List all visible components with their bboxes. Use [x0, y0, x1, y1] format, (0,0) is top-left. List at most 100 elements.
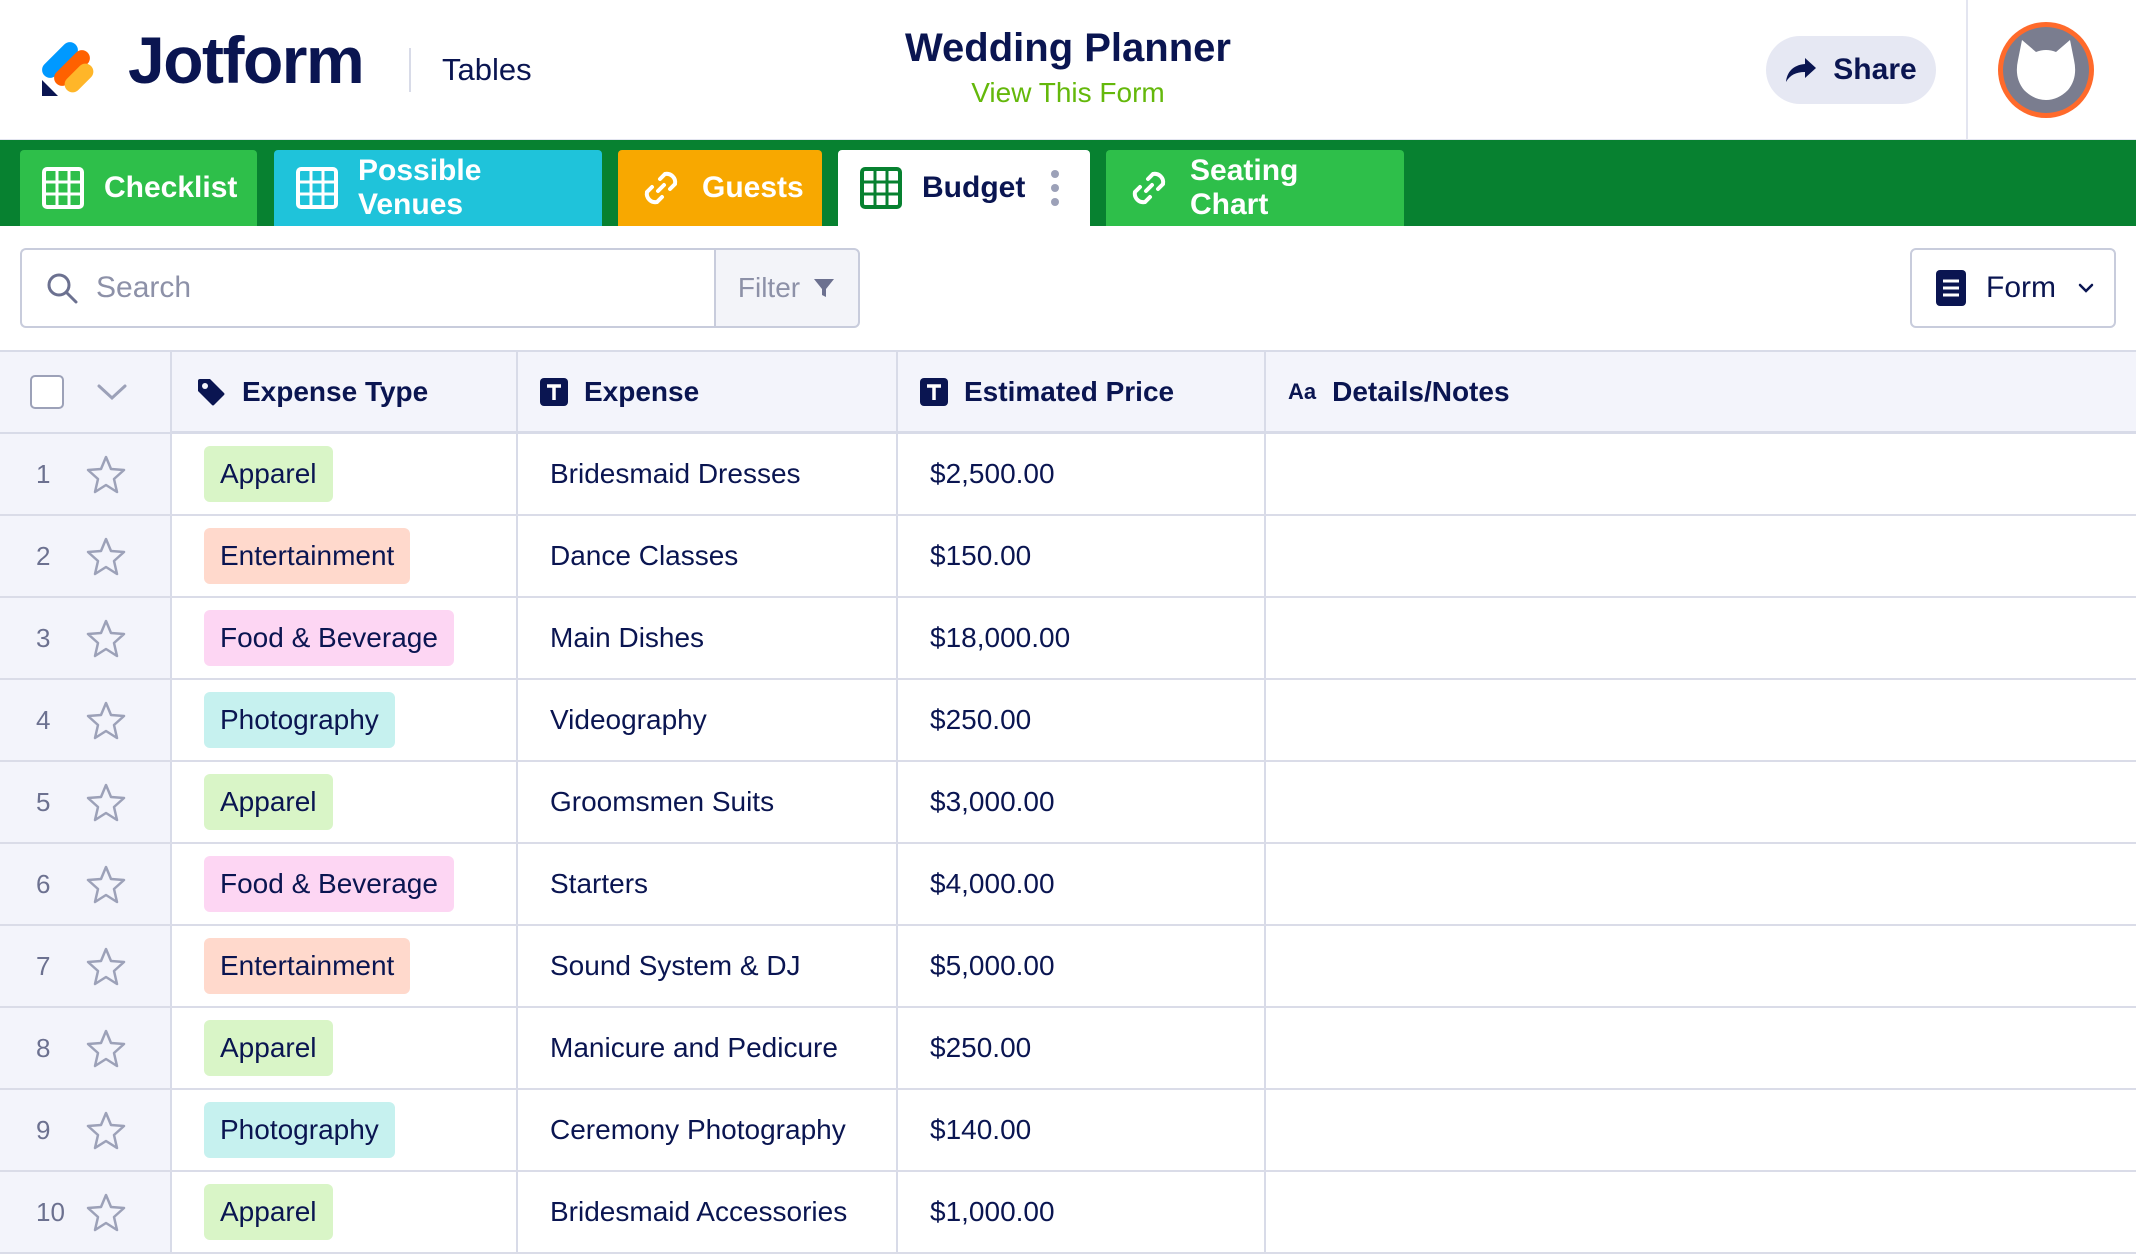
chevron-down-icon[interactable]	[96, 382, 128, 402]
star-icon[interactable]	[86, 864, 126, 904]
expense-type-cell[interactable]: Photography	[172, 1090, 518, 1170]
table-row[interactable]: 5 Apparel Groomsmen Suits $3,000.00	[0, 762, 2136, 844]
expense-cell[interactable]: Ceremony Photography	[518, 1090, 898, 1170]
app-name[interactable]: Tables	[442, 52, 532, 88]
details-notes-cell[interactable]	[1266, 1172, 2136, 1252]
details-notes-cell[interactable]	[1266, 516, 2136, 596]
form-view-button[interactable]: Form	[1910, 248, 2116, 328]
expense-cell[interactable]: Main Dishes	[518, 598, 898, 678]
expense-type-cell[interactable]: Entertainment	[172, 516, 518, 596]
table-row[interactable]: 3 Food & Beverage Main Dishes $18,000.00	[0, 598, 2136, 680]
long-text-icon: Aa	[1288, 379, 1317, 404]
table-row[interactable]: 4 Photography Videography $250.00	[0, 680, 2136, 762]
select-all-checkbox[interactable]	[30, 375, 64, 409]
details-notes-cell[interactable]	[1266, 844, 2136, 924]
table-row[interactable]: 8 Apparel Manicure and Pedicure $250.00	[0, 1008, 2136, 1090]
share-button[interactable]: Share	[1766, 36, 1936, 104]
estimated-price-cell[interactable]: $1,000.00	[898, 1172, 1266, 1252]
column-header-expense-type[interactable]: Expense Type	[172, 352, 518, 432]
expense-type-cell[interactable]: Apparel	[172, 762, 518, 842]
estimated-price-cell[interactable]: $4,000.00	[898, 844, 1266, 924]
star-icon[interactable]	[86, 618, 126, 658]
price-text: $150.00	[930, 540, 1032, 571]
expense-cell[interactable]: Bridesmaid Dresses	[518, 434, 898, 514]
tab-options-icon[interactable]	[1051, 170, 1060, 206]
expense-text: Videography	[550, 704, 707, 735]
details-notes-cell[interactable]	[1266, 1008, 2136, 1088]
tab-checklist[interactable]: Checklist	[20, 150, 257, 226]
expense-type-cell[interactable]: Apparel	[172, 1172, 518, 1252]
jotform-logo-icon[interactable]	[36, 30, 106, 100]
tab-label: Possible Venues	[358, 154, 482, 221]
expense-type-tag: Entertainment	[204, 528, 411, 584]
brand-name[interactable]: Jotform	[128, 22, 365, 98]
star-icon[interactable]	[86, 1110, 126, 1150]
star-icon[interactable]	[86, 700, 126, 740]
star-icon[interactable]	[86, 1192, 126, 1232]
details-notes-cell[interactable]	[1266, 926, 2136, 1006]
expense-cell[interactable]: Starters	[518, 844, 898, 924]
table-row[interactable]: 9 Photography Ceremony Photography $140.00	[0, 1090, 2136, 1172]
row-number: 6	[36, 868, 51, 899]
estimated-price-cell[interactable]: $2,500.00	[898, 434, 1266, 514]
column-label: Details/Notes	[1332, 376, 1510, 407]
star-icon[interactable]	[86, 454, 126, 494]
estimated-price-cell[interactable]: $250.00	[898, 1008, 1266, 1088]
expense-cell[interactable]: Manicure and Pedicure	[518, 1008, 898, 1088]
estimated-price-cell[interactable]: $140.00	[898, 1090, 1266, 1170]
estimated-price-cell[interactable]: $5,000.00	[898, 926, 1266, 1006]
details-notes-cell[interactable]	[1266, 434, 2136, 514]
search-input[interactable]	[96, 271, 656, 305]
expense-text: Sound System & DJ	[550, 950, 801, 981]
details-notes-cell[interactable]	[1266, 680, 2136, 760]
expense-type-cell[interactable]: Photography	[172, 680, 518, 760]
expense-type-cell[interactable]: Apparel	[172, 1008, 518, 1088]
details-notes-cell[interactable]	[1266, 1090, 2136, 1170]
table-grid-icon	[296, 167, 338, 209]
star-icon[interactable]	[86, 1028, 126, 1068]
table-row[interactable]: 10 Apparel Bridesmaid Accessories $1,000.00	[0, 1172, 2136, 1254]
estimated-price-cell[interactable]: $18,000.00	[898, 598, 1266, 678]
tab-budget[interactable]: Budget	[838, 150, 1090, 226]
table-row[interactable]: 1 Apparel Bridesmaid Dresses $2,500.00	[0, 434, 2136, 516]
tab-seating-chart[interactable]: Seating Chart	[1106, 150, 1404, 226]
table-row[interactable]: 7 Entertainment Sound System & DJ $5,000.00	[0, 926, 2136, 1008]
table-row[interactable]: 6 Food & Beverage Starters $4,000.00	[0, 844, 2136, 926]
avatar[interactable]	[1998, 22, 2094, 118]
expense-cell[interactable]: Dance Classes	[518, 516, 898, 596]
expense-cell[interactable]: Sound System & DJ	[518, 926, 898, 1006]
estimated-price-cell[interactable]: $3,000.00	[898, 762, 1266, 842]
expense-cell[interactable]: Bridesmaid Accessories	[518, 1172, 898, 1252]
expense-cell[interactable]: Groomsmen Suits	[518, 762, 898, 842]
details-notes-cell[interactable]	[1266, 762, 2136, 842]
page-title: Wedding Planner	[905, 26, 1231, 70]
tab-guests[interactable]: Guests	[618, 150, 822, 226]
column-header-expense[interactable]: Expense	[518, 352, 898, 432]
star-icon[interactable]	[86, 782, 126, 822]
expense-type-cell[interactable]: Food & Beverage	[172, 598, 518, 678]
filter-button[interactable]: Filter	[714, 248, 860, 328]
star-icon[interactable]	[86, 946, 126, 986]
row-number-cell: 9	[0, 1090, 172, 1170]
row-number-cell: 4	[0, 680, 172, 760]
column-header-estimated-price[interactable]: Estimated Price	[898, 352, 1266, 432]
table-row[interactable]: 2 Entertainment Dance Classes $150.00	[0, 516, 2136, 598]
column-header-details-notes[interactable]: Aa Details/Notes	[1266, 352, 2136, 432]
chevron-down-icon	[2078, 283, 2094, 293]
price-text: $18,000.00	[930, 622, 1071, 653]
share-arrow-icon	[1786, 58, 1817, 82]
expense-type-cell[interactable]: Apparel	[172, 434, 518, 514]
estimated-price-cell[interactable]: $250.00	[898, 680, 1266, 760]
table-body: 1 Apparel Bridesmaid Dresses $2,500.00 2 Ente…	[0, 434, 2136, 1254]
view-form-link[interactable]: View This Form	[830, 77, 1306, 109]
details-notes-cell[interactable]	[1266, 598, 2136, 678]
expense-type-tag: Food & Beverage	[204, 610, 454, 666]
expense-type-cell[interactable]: Entertainment	[172, 926, 518, 1006]
star-icon[interactable]	[86, 536, 126, 576]
expense-type-cell[interactable]: Food & Beverage	[172, 844, 518, 924]
tab-possible-venues[interactable]: Possible Venues	[274, 150, 602, 226]
form-document-icon	[1936, 270, 1966, 306]
price-text: $4,000.00	[930, 868, 1055, 899]
expense-cell[interactable]: Videography	[518, 680, 898, 760]
estimated-price-cell[interactable]: $150.00	[898, 516, 1266, 596]
